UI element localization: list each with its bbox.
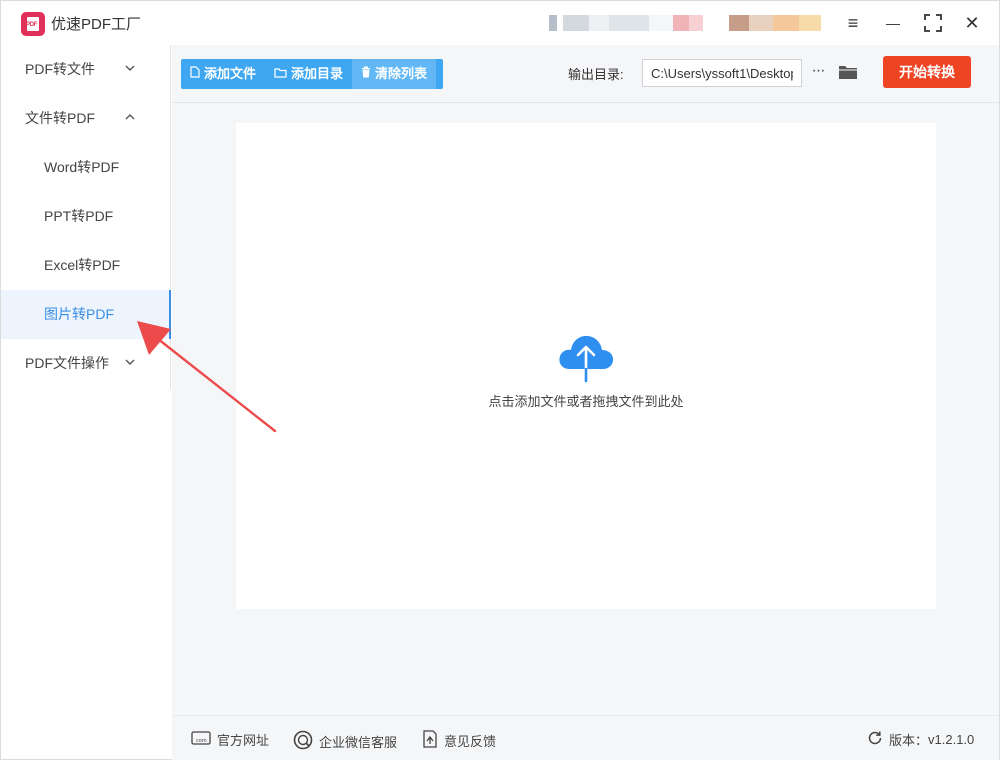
file-icon bbox=[190, 59, 200, 89]
clear-list-button[interactable]: 清除列表 bbox=[352, 59, 437, 89]
chevron-down-icon bbox=[125, 45, 135, 94]
close-icon[interactable]: ✕ bbox=[961, 12, 983, 34]
wechat-icon bbox=[293, 730, 313, 753]
maximize-icon[interactable] bbox=[922, 12, 944, 34]
app-logo-icon: PDF bbox=[21, 12, 45, 36]
menu-icon[interactable]: ≡ bbox=[842, 12, 864, 34]
folder-icon bbox=[274, 59, 287, 89]
minimize-icon[interactable]: — bbox=[882, 12, 904, 34]
chevron-up-icon bbox=[125, 94, 135, 143]
status-bar: com 官方网址 企业微信客服 意见反馈 版本： v1.2.1.0 bbox=[172, 715, 999, 760]
add-file-button[interactable]: 添加文件 bbox=[181, 59, 265, 89]
drop-zone-hint: 点击添加文件或者拖拽文件到此处 bbox=[488, 394, 684, 409]
wechat-support-link[interactable]: 企业微信客服 bbox=[293, 730, 397, 753]
sidebar-item-file-to-pdf[interactable]: 文件转PDF bbox=[1, 94, 170, 143]
feedback-link[interactable]: 意见反馈 bbox=[422, 730, 496, 751]
add-folder-button[interactable]: 添加目录 bbox=[265, 59, 352, 89]
sidebar-item-ppt-to-pdf[interactable]: PPT转PDF bbox=[1, 192, 170, 241]
official-website-link[interactable]: com 官方网址 bbox=[191, 730, 269, 749]
toolbar: 添加文件 添加目录 清除列表 输出目录: ··· 开始转换 bbox=[172, 45, 999, 103]
website-icon: com bbox=[191, 730, 211, 749]
app-title: 优速PDF工厂 bbox=[51, 16, 142, 33]
file-drop-zone[interactable]: 点击添加文件或者拖拽文件到此处 bbox=[236, 123, 936, 609]
open-folder-icon[interactable] bbox=[838, 63, 858, 83]
main-panel: 添加文件 添加目录 清除列表 输出目录: ··· 开始转换 bbox=[172, 45, 999, 715]
blurred-user-badge bbox=[729, 15, 821, 31]
start-convert-button[interactable]: 开始转换 bbox=[883, 56, 971, 88]
version-info: 版本： v1.2.1.0 bbox=[867, 730, 974, 749]
trash-icon bbox=[361, 59, 371, 89]
output-directory-label: 输出目录: bbox=[568, 67, 624, 82]
sidebar-item-word-to-pdf[interactable]: Word转PDF bbox=[1, 143, 170, 192]
more-options-button[interactable]: ··· bbox=[808, 59, 828, 87]
cloud-upload-icon bbox=[556, 329, 616, 385]
file-button-group: 添加文件 添加目录 清除列表 bbox=[181, 59, 443, 89]
title-bar: PDF 优速PDF工厂 ≡ — ✕ bbox=[1, 1, 999, 45]
annotation-arrow bbox=[137, 321, 277, 433]
sidebar-item-pdf-to-file[interactable]: PDF转文件 bbox=[1, 45, 170, 94]
blurred-account-info bbox=[549, 15, 703, 31]
app-window: PDF 优速PDF工厂 ≡ — ✕ PDF转文件 文件转PDF Word转PDF… bbox=[0, 0, 1000, 760]
svg-text:com: com bbox=[196, 738, 207, 744]
sidebar-item-excel-to-pdf[interactable]: Excel转PDF bbox=[1, 241, 170, 290]
feedback-icon bbox=[422, 730, 438, 751]
output-directory-input[interactable] bbox=[642, 59, 802, 87]
refresh-icon[interactable] bbox=[867, 730, 883, 749]
